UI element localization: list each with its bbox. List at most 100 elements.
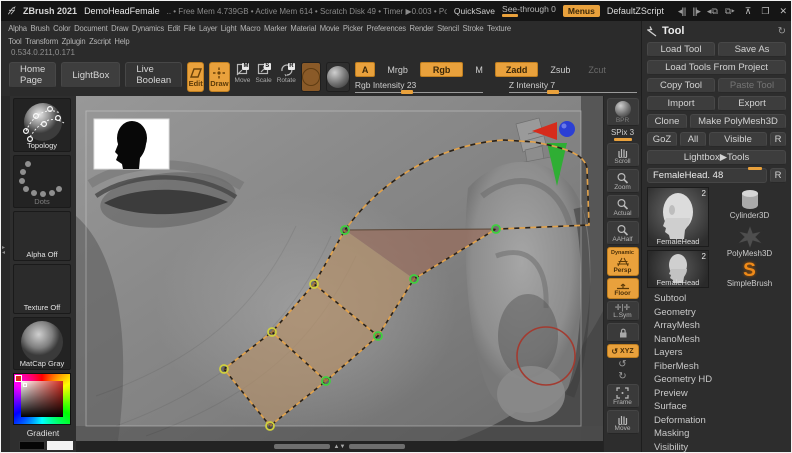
menu-item[interactable]: Marker bbox=[264, 23, 287, 33]
home-page-button[interactable]: Home Page bbox=[9, 62, 57, 88]
palette-section[interactable]: Masking bbox=[647, 428, 786, 442]
zcut-toggle[interactable]: Zcut bbox=[582, 62, 612, 77]
tool-slot-cylinder3d[interactable]: Cylinder3D bbox=[713, 189, 786, 220]
z-intensity-slider[interactable]: Z Intensity 7 bbox=[508, 80, 637, 94]
menu-item[interactable]: Light bbox=[221, 23, 237, 33]
live-boolean-button[interactable]: Live Boolean bbox=[125, 62, 183, 88]
scroll-button[interactable]: Scroll bbox=[606, 143, 639, 167]
spin-left-icon[interactable]: ↺ bbox=[618, 360, 626, 370]
make-polymesh3d-button[interactable]: Make PolyMesh3D bbox=[690, 114, 786, 129]
menu-item[interactable]: Document bbox=[74, 23, 108, 33]
bpr-render-button[interactable]: BPR bbox=[606, 98, 639, 126]
actual-size-button[interactable]: Actual bbox=[606, 195, 639, 219]
restore-button[interactable]: ❐ bbox=[761, 6, 769, 17]
tool-slot-femalehead[interactable]: 2 FemaleHead bbox=[647, 250, 709, 288]
menu-item[interactable]: Picker bbox=[343, 23, 363, 33]
palette-section[interactable]: Surface bbox=[647, 401, 786, 415]
tool-slot-polymesh3d[interactable]: PolyMesh3D bbox=[713, 224, 786, 258]
palette-section[interactable]: FiberMesh bbox=[647, 361, 786, 375]
current-brush-topology[interactable]: Topology bbox=[13, 98, 71, 153]
mrgb-toggle[interactable]: Mrgb bbox=[381, 62, 414, 77]
menu-item[interactable]: Stroke bbox=[462, 23, 483, 33]
menu-item[interactable]: Zplugin bbox=[62, 36, 86, 46]
menu-item[interactable]: File bbox=[184, 23, 196, 33]
goz-r-button[interactable]: R bbox=[770, 132, 786, 147]
paste-tool-button[interactable]: Paste Tool bbox=[718, 78, 786, 93]
alpha-off-button[interactable]: Alpha Off bbox=[13, 210, 71, 261]
draw-button[interactable]: Draw bbox=[209, 62, 230, 92]
xyz-symmetry-button[interactable]: ↺ XYZ bbox=[606, 344, 639, 358]
menu-item[interactable]: Draw bbox=[111, 23, 128, 33]
lightbox-button[interactable]: LightBox bbox=[61, 62, 121, 88]
saturation-square[interactable] bbox=[21, 380, 63, 418]
menu-item[interactable]: Tool bbox=[8, 36, 21, 46]
white-swatch[interactable] bbox=[47, 441, 73, 451]
goz-all-button[interactable]: All bbox=[680, 132, 706, 147]
menu-item[interactable]: Movie bbox=[320, 23, 340, 33]
restore-configuration-icon[interactable]: ↻ bbox=[778, 26, 786, 37]
gradient-button[interactable]: Gradient bbox=[13, 428, 73, 438]
spix-handle[interactable] bbox=[613, 138, 632, 141]
store-config-icon[interactable]: ⧉▸ bbox=[725, 6, 735, 17]
menu-item[interactable]: Layer bbox=[199, 23, 217, 33]
load-tools-from-project-button[interactable]: Load Tools From Project bbox=[647, 60, 786, 75]
stroke-preview-button[interactable] bbox=[300, 62, 321, 92]
z-intensity-handle[interactable] bbox=[547, 90, 560, 94]
menu-item[interactable]: Zscript bbox=[89, 36, 111, 46]
current-tool-thumbnail[interactable]: 2 FemaleHead bbox=[647, 187, 709, 247]
rgb-toggle[interactable]: Rgb bbox=[419, 62, 464, 77]
local-symmetry-button[interactable]: ✛|✛ L.Sym bbox=[606, 301, 639, 321]
divider-segment[interactable] bbox=[349, 444, 406, 449]
aahalf-button[interactable]: AAHalf bbox=[606, 221, 639, 245]
see-through-slider[interactable]: See-through 0 bbox=[502, 5, 556, 17]
left-divider-rail[interactable]: ▸ ◂ bbox=[1, 96, 10, 452]
move-canvas-button[interactable]: Move bbox=[606, 410, 639, 434]
tray-arrows-icon[interactable]: ▲▼ bbox=[334, 444, 346, 450]
menu-item[interactable]: Color bbox=[53, 23, 71, 33]
divider-handle-icon[interactable]: ▸ ◂ bbox=[2, 245, 5, 256]
minimize-button[interactable]: ⊼ bbox=[745, 6, 752, 17]
tool-r-button[interactable]: R bbox=[770, 168, 786, 183]
edit-button[interactable]: Edit bbox=[187, 62, 205, 92]
default-zscript-button[interactable]: DefaultZScript bbox=[607, 6, 664, 16]
matcap-gray-button[interactable]: MatCap Gray bbox=[13, 317, 71, 370]
right-tray-toggle-icon[interactable]: |||▸ bbox=[692, 6, 700, 17]
load-tool-button[interactable]: Load Tool bbox=[647, 42, 715, 57]
rgb-intensity-slider[interactable]: Rgb Intensity 23 bbox=[354, 80, 483, 94]
tool-slot-simplebrush[interactable]: S SimpleBrush bbox=[713, 261, 786, 288]
palette-section[interactable]: NanoMesh bbox=[647, 334, 786, 348]
menu-item[interactable]: Stencil bbox=[437, 23, 459, 33]
import-button[interactable]: Import bbox=[647, 96, 715, 111]
palette-section[interactable]: Subtool bbox=[647, 293, 786, 307]
menu-item[interactable]: Alpha bbox=[8, 23, 27, 33]
save-as-button[interactable]: Save As bbox=[718, 42, 786, 57]
scale-button[interactable]: S Scale bbox=[255, 62, 272, 94]
menus-button[interactable]: Menus bbox=[562, 5, 600, 17]
alpha-preview-button[interactable] bbox=[325, 62, 350, 92]
copy-config-icon[interactable]: ◂⧉ bbox=[707, 6, 718, 17]
goz-visible-button[interactable]: Visible bbox=[709, 132, 767, 147]
palette-section[interactable]: Geometry HD bbox=[647, 374, 786, 388]
color-picker[interactable] bbox=[13, 372, 71, 426]
current-stroke-dots[interactable]: Dots bbox=[13, 155, 71, 208]
black-swatch[interactable] bbox=[19, 441, 45, 451]
see-through-handle[interactable] bbox=[502, 14, 519, 17]
zadd-toggle[interactable]: Zadd bbox=[494, 62, 539, 77]
texture-off-button[interactable]: Texture Off bbox=[13, 263, 71, 315]
export-button[interactable]: Export bbox=[718, 96, 786, 111]
menu-item[interactable]: Brush bbox=[30, 23, 49, 33]
tool-slider-handle[interactable] bbox=[748, 167, 762, 170]
menu-item[interactable]: Help bbox=[114, 36, 129, 46]
palette-section[interactable]: Layers bbox=[647, 347, 786, 361]
rotate-button[interactable]: R Rotate bbox=[277, 62, 296, 94]
document-canvas[interactable] bbox=[76, 96, 603, 441]
palette-section[interactable]: Visibility bbox=[647, 442, 786, 453]
zsub-toggle[interactable]: Zsub bbox=[544, 62, 576, 77]
move-button[interactable]: M Move bbox=[235, 62, 250, 94]
bottom-tray-divider[interactable]: ▲▼ bbox=[76, 441, 603, 452]
frame-button[interactable]: Frame bbox=[606, 384, 639, 408]
palette-section[interactable]: Geometry bbox=[647, 307, 786, 321]
menu-item[interactable]: Preferences bbox=[367, 23, 406, 33]
menu-item[interactable]: Texture bbox=[487, 23, 511, 33]
m-toggle[interactable]: M bbox=[469, 62, 489, 77]
